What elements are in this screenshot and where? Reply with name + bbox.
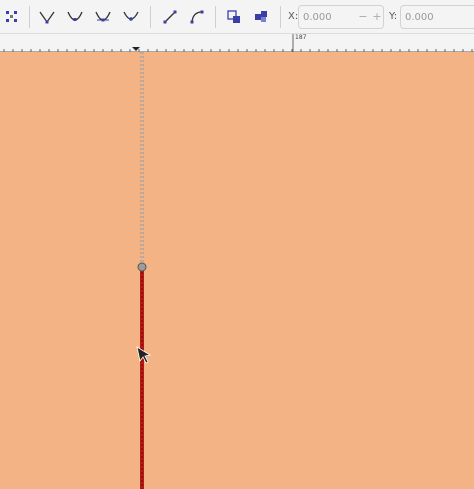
toolbar-separator bbox=[215, 6, 216, 28]
x-increment-button[interactable]: + bbox=[371, 10, 383, 24]
path-node-handle[interactable] bbox=[137, 262, 147, 272]
node-toolbar: X: − + Y: bbox=[0, 0, 474, 34]
stroke-to-path-button[interactable] bbox=[249, 5, 273, 29]
ruler-ticks bbox=[3, 34, 473, 52]
drawing-canvas[interactable] bbox=[0, 52, 474, 489]
segment-curve-icon bbox=[190, 10, 204, 24]
toolbar-separator bbox=[29, 6, 30, 28]
x-decrement-button[interactable]: − bbox=[357, 10, 369, 24]
node-cusp-icon bbox=[39, 11, 55, 24]
toolbar-separator bbox=[280, 6, 281, 28]
node-smooth-button[interactable] bbox=[63, 5, 87, 29]
y-coordinate-input[interactable] bbox=[405, 9, 457, 25]
y-coordinate-field[interactable] bbox=[400, 5, 474, 29]
node-smooth-icon bbox=[67, 11, 83, 21]
horizontal-ruler[interactable]: 187 bbox=[0, 34, 474, 52]
select-all-nodes-button[interactable] bbox=[0, 5, 24, 29]
node-symmetric-icon bbox=[95, 11, 111, 22]
object-to-path-button[interactable] bbox=[222, 5, 246, 29]
object-to-path-icon bbox=[227, 10, 240, 23]
segment-curve-button[interactable] bbox=[185, 5, 209, 29]
ruler-label: 187 bbox=[295, 34, 307, 41]
canvas-drawing bbox=[136, 52, 152, 489]
node-auto-button[interactable] bbox=[119, 5, 143, 29]
toolbar-separator bbox=[150, 6, 151, 28]
y-label: Y: bbox=[389, 11, 398, 22]
nodes-select-icon bbox=[6, 11, 17, 22]
segment-line-icon bbox=[163, 10, 177, 24]
node-cusp-button[interactable] bbox=[35, 5, 59, 29]
x-coordinate-field[interactable]: − + bbox=[298, 5, 384, 29]
segment-line-button[interactable] bbox=[158, 5, 182, 29]
stroke-to-path-icon bbox=[255, 11, 267, 22]
x-coordinate-input[interactable] bbox=[303, 9, 355, 25]
x-label: X: bbox=[288, 11, 299, 22]
node-auto-icon bbox=[123, 11, 139, 21]
node-symmetric-button[interactable] bbox=[91, 5, 115, 29]
